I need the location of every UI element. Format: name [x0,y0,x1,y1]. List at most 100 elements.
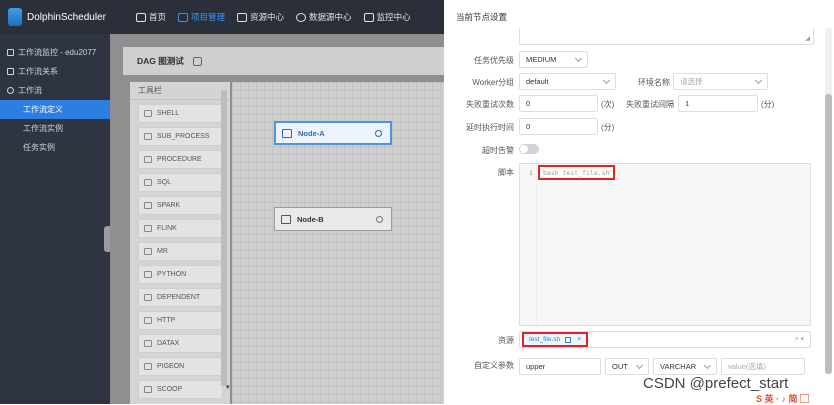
close-icon[interactable]: × [577,336,581,343]
home-icon [136,12,146,22]
sidebar-item-task-instance[interactable]: 任务实例 [0,138,110,157]
nav-home[interactable]: 首页 [130,0,172,34]
custom-param-value-placeholder: value(选填) [728,362,766,371]
tool-python[interactable]: PYTHON [138,265,223,284]
custom-param-direct-select[interactable]: OUT [605,358,649,375]
tool-procedure[interactable]: PROCEDURE [138,150,223,169]
custom-param-name-input[interactable]: upper [519,358,601,375]
sidebar-item-label: 工作流定义 [23,105,63,114]
shell-icon [144,110,152,117]
sidebar-item-workflow-monitor[interactable]: 工作流监控 - edu2077 [0,43,110,62]
tool-datax[interactable]: DATAX [138,334,223,353]
dag-canvas[interactable]: Node-A Node-B [232,82,444,404]
tool-label: PIGEON [157,363,185,370]
env-name-select[interactable]: 请选择 [673,73,768,90]
tool-dependent[interactable]: DEPENDENT [138,288,223,307]
scoop-icon [144,386,152,393]
copy-icon[interactable] [565,336,572,343]
tool-label: SQL [157,179,172,186]
sidebar-item-label: 工作流 [18,86,42,95]
spark-icon [144,202,152,209]
worker-group-select[interactable]: default [519,73,616,90]
sidebar-item-workflow-definition[interactable]: 工作流定义 [0,100,110,119]
tool-sub-process[interactable]: SUB_PROCESS [138,127,223,146]
nav-resource[interactable]: 资源中心 [231,0,290,34]
worker-group-label: Worker分组 [472,78,514,87]
app-logo[interactable]: DolphinScheduler [0,0,116,34]
copy-icon[interactable] [192,56,202,66]
drawer-scrollbar-thumb[interactable] [825,94,832,374]
sidebar-item-workflow-instance[interactable]: 工作流实例 [0,119,110,138]
nav-monitor-label: 监控中心 [376,12,411,22]
description-textarea[interactable]: ◢ [519,28,814,45]
custom-param-type-select[interactable]: VARCHAR [653,358,717,375]
line-number: 1 [529,169,533,177]
dag-node-b[interactable]: Node-B [274,207,392,231]
tool-http[interactable]: HTTP [138,311,223,330]
nav-project[interactable]: 项目管理 [172,0,231,34]
delay-label: 延时执行时间 [466,123,514,132]
sidebar-item-label: 工作流监控 - edu2077 [18,48,97,57]
tool-shell[interactable]: SHELL [138,104,223,123]
dolphin-logo-icon [8,8,22,26]
tool-sql[interactable]: SQL [138,173,223,192]
database-icon [296,12,307,22]
custom-param-value-input[interactable]: value(选填) [721,358,805,375]
shell-icon [282,128,292,138]
node-settings-drawer: 当前节点设置 ◢ 任务优先级 MEDIUM Worker分组 default 环… [444,0,834,404]
nav-project-label: 项目管理 [191,12,226,22]
priority-select[interactable]: MEDIUM [519,51,588,68]
retry-times-input[interactable]: 0 [519,95,598,112]
custom-param-type-value: VARCHAR [660,362,697,371]
tool-label: MR [157,248,168,255]
resource-tag-label: test_file.sh [529,336,561,343]
tool-pigeon[interactable]: PIGEON [138,357,223,376]
tool-label: PYTHON [157,271,187,278]
node-status-icon [376,215,383,223]
script-editor[interactable]: 1 bash test_file.sh [519,163,811,326]
script-label: 脚本 [498,168,514,177]
timeout-label: 超时告警 [482,146,514,155]
pigeon-icon [144,363,152,370]
resource-tag[interactable]: test_file.sh × [522,332,589,347]
tool-label: DEPENDENT [157,294,201,301]
tool-label: HTTP [157,317,176,324]
monitor-icon [7,49,14,56]
custom-params-label: 自定义参数 [474,361,514,370]
timeout-toggle[interactable] [519,144,539,154]
retry-interval-unit: (分) [761,100,775,109]
dag-node-a[interactable]: Node-A [274,121,392,145]
dependent-icon [144,294,152,301]
script-code-line[interactable]: bash test_file.sh [538,165,615,180]
toolbar-title: 工具栏 [130,82,230,100]
sidebar-item-workflow-relation[interactable]: 工作流关系 [0,62,110,81]
http-icon [144,317,152,324]
drawer-scrollbar[interactable] [825,28,832,374]
chevron-down-icon [635,361,644,370]
dag-header: DAG 图测试 [123,47,444,75]
retry-times-unit: (次) [601,100,615,109]
app-name: DolphinScheduler [27,11,106,23]
worker-group-value: default [526,77,549,86]
tool-spark[interactable]: SPARK [138,196,223,215]
nav-monitor[interactable]: 监控中心 [358,0,417,34]
sidebar-item-label: 任务实例 [23,143,55,152]
tool-scoop[interactable]: SCOOP [138,380,223,399]
monitor-icon [363,12,374,22]
tool-label: SPARK [157,202,181,209]
tool-flink[interactable]: FLINK [138,219,223,238]
toolbar-scrollbar[interactable] [221,90,227,386]
delay-input[interactable]: 0 [519,118,598,135]
flink-icon [144,225,152,232]
retry-interval-input[interactable]: 1 [678,95,758,112]
clear-icon[interactable]: × ▾ [794,335,804,343]
chevron-down-icon [574,54,583,63]
tool-label: DATAX [157,340,180,347]
nav-datasource[interactable]: 数据源中心 [290,0,358,34]
tool-label: SCOOP [157,386,183,393]
ime-badge: S 英 · ♪ 简 ⬚ [756,394,810,404]
tool-mr[interactable]: MR [138,242,223,261]
tool-label: FLINK [157,225,177,232]
sidebar-item-workflow[interactable]: 工作流 [0,81,110,100]
resource-select[interactable]: test_file.sh × × ▾ [519,331,811,348]
